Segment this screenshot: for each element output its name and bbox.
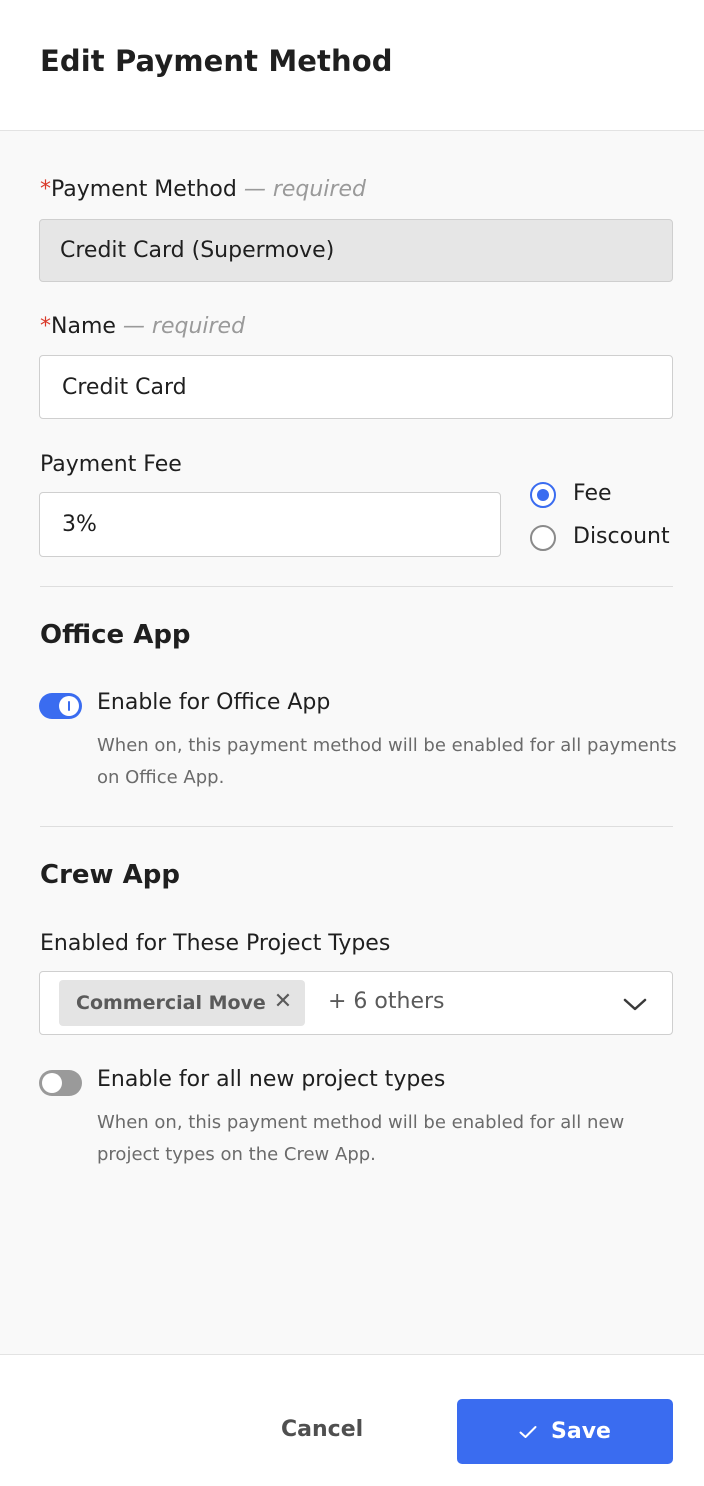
name-input[interactable]: Credit Card — [39, 355, 673, 419]
office-app-toggle-label: Enable for Office App — [97, 690, 331, 715]
check-icon — [519, 1425, 537, 1438]
payment-fee-label: Payment Fee — [40, 452, 182, 477]
cancel-button[interactable]: Cancel — [281, 1417, 363, 1442]
fee-radio[interactable] — [530, 482, 556, 508]
discount-radio[interactable] — [530, 525, 556, 551]
radio-dot — [537, 489, 549, 501]
toggle-knob — [59, 696, 79, 716]
fee-radio-label[interactable]: Fee — [573, 481, 612, 506]
required-marker: * — [40, 177, 51, 202]
discount-radio-label[interactable]: Discount — [573, 524, 670, 549]
modal-body: *Payment Method — required Credit Card (… — [0, 131, 704, 1354]
project-types-label: Enabled for These Project Types — [40, 931, 391, 956]
required-marker: * — [40, 314, 51, 339]
payment-method-label: *Payment Method — required — [40, 177, 366, 202]
new-project-types-helper-text: When on, this payment method will be ena… — [97, 1112, 625, 1165]
modal-footer: Cancel Save — [0, 1354, 704, 1486]
payment-fee-input[interactable]: 3% — [39, 492, 501, 557]
page-title: Edit Payment Method — [40, 44, 393, 78]
name-label-text: Name — [51, 314, 116, 339]
project-types-select[interactable]: Commercial Move ✕ + 6 others — [39, 971, 673, 1035]
name-value: Credit Card — [62, 374, 187, 400]
crew-app-title: Crew App — [40, 860, 180, 890]
chip-label: Commercial Move — [76, 992, 266, 1014]
required-hint: — required — [243, 177, 366, 202]
payment-fee-value: 3% — [62, 512, 97, 537]
new-project-types-toggle-label: Enable for all new project types — [97, 1067, 446, 1092]
office-app-toggle[interactable] — [39, 693, 82, 719]
save-button-label: Save — [551, 1419, 611, 1444]
more-count-text: + 6 others — [328, 989, 445, 1014]
chevron-down-icon[interactable] — [622, 994, 648, 1014]
close-icon[interactable]: ✕ — [273, 991, 293, 1013]
name-label: *Name — required — [40, 314, 245, 339]
payment-method-label-text: Payment Method — [51, 177, 237, 202]
payment-method-field: Credit Card (Supermove) — [39, 219, 673, 282]
modal-header: Edit Payment Method — [0, 0, 704, 131]
project-type-chip: Commercial Move ✕ — [59, 980, 305, 1026]
save-button[interactable]: Save — [457, 1399, 673, 1464]
payment-method-value: Credit Card (Supermove) — [60, 238, 335, 263]
office-app-title: Office App — [40, 620, 191, 650]
section-divider — [40, 586, 673, 587]
section-divider — [40, 826, 673, 827]
toggle-knob — [42, 1073, 62, 1093]
required-hint: — required — [122, 314, 246, 339]
new-project-types-toggle[interactable] — [39, 1070, 82, 1096]
office-app-helper-text: When on, this payment method will be ena… — [97, 735, 677, 788]
